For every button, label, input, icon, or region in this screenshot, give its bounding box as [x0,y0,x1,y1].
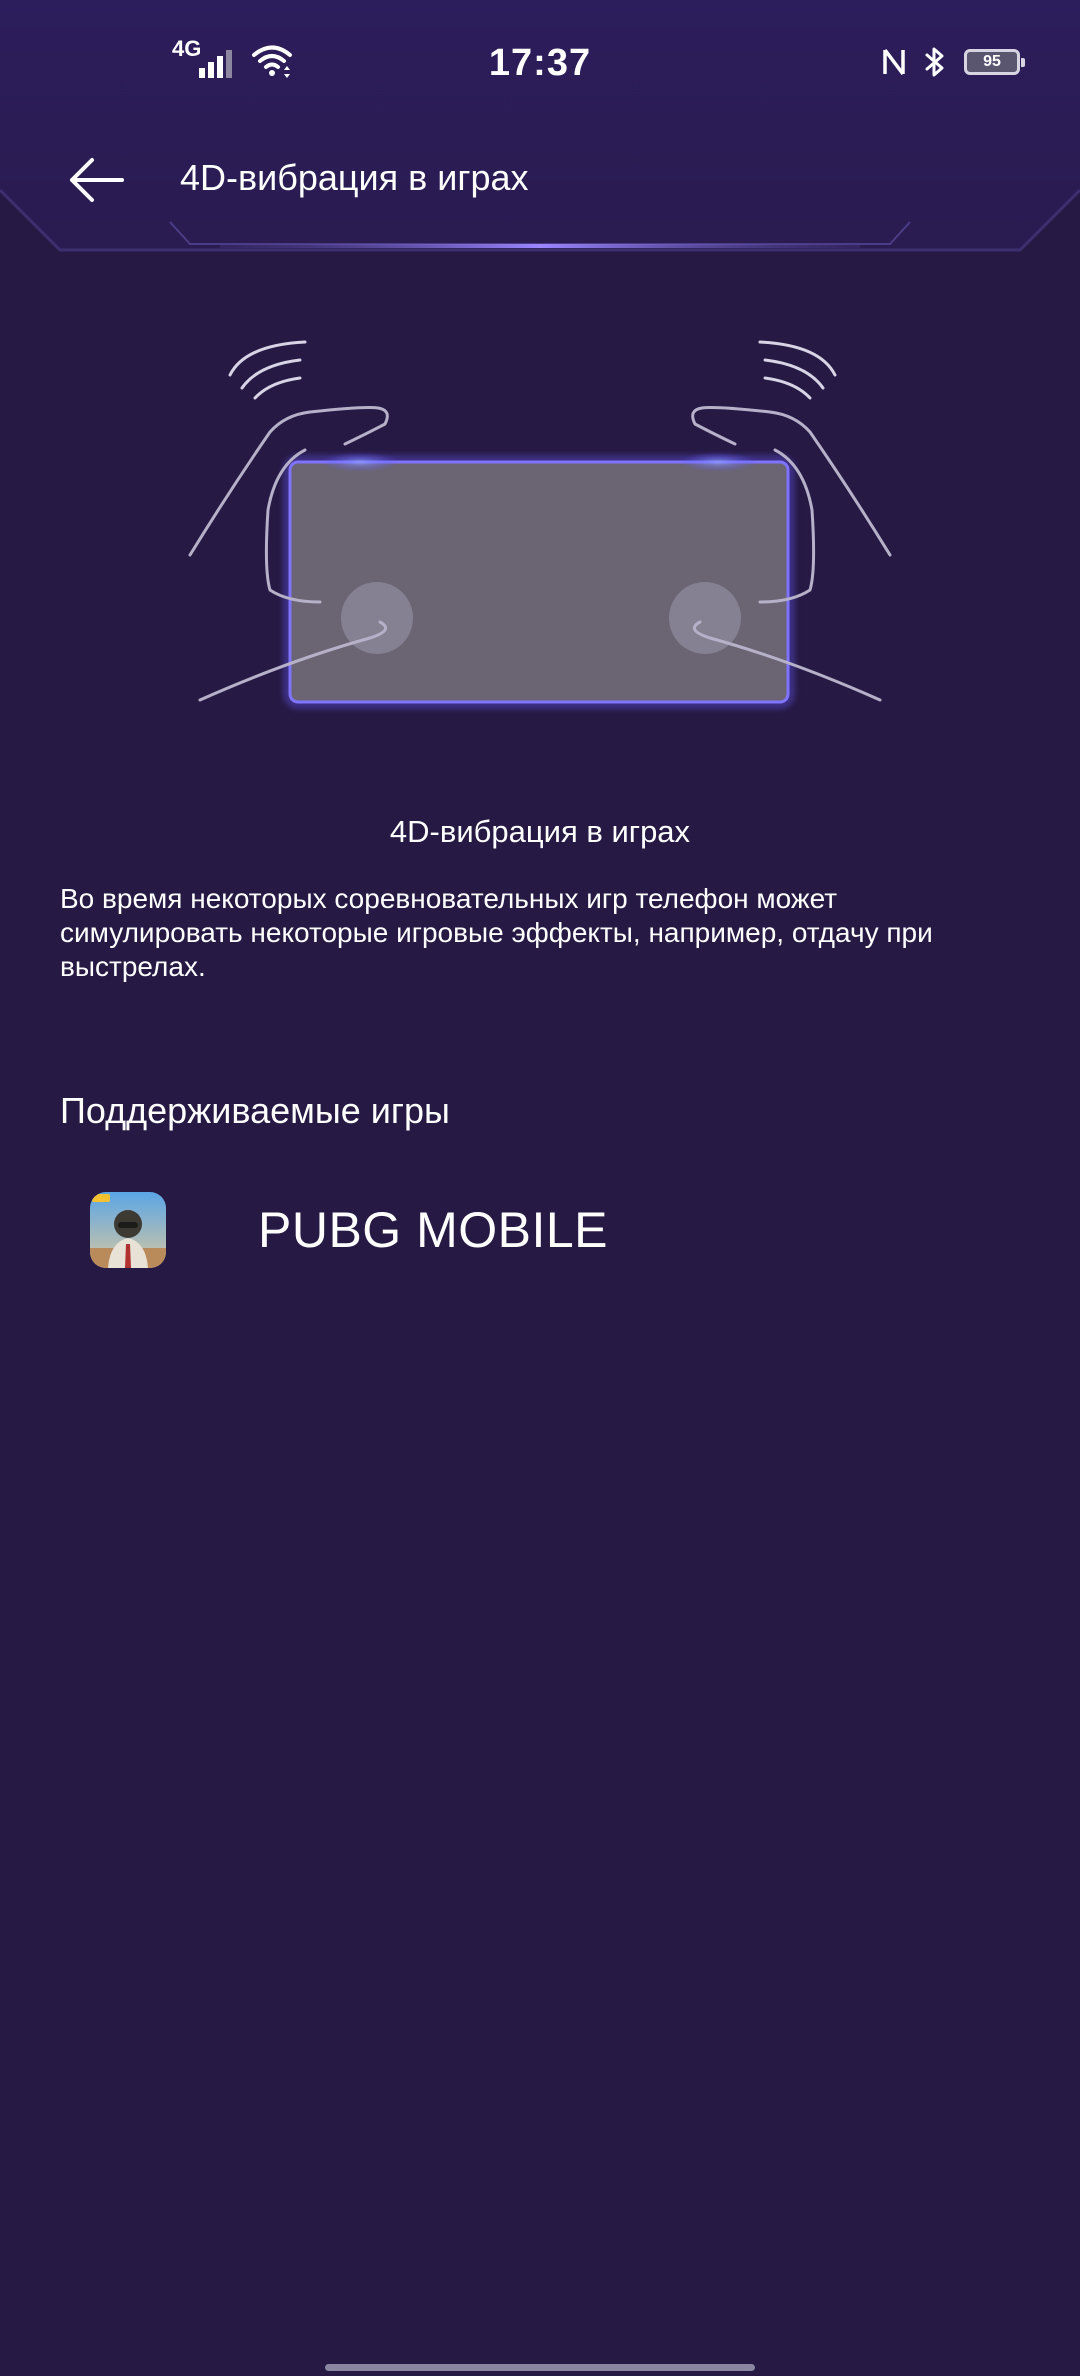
feature-description: Во время некоторых соревновательных игр … [60,883,933,982]
back-button[interactable] [56,140,136,220]
status-bar: 4G 17:37 95 [0,0,1080,130]
phone-body [288,460,790,704]
game-name: PUBG MOBILE [258,1202,609,1258]
nfc-icon [883,48,905,76]
bluetooth-icon [925,47,944,77]
pubg-mobile-app-icon [90,1192,166,1268]
vibration-waves-right [758,340,837,400]
feature-title: 4D-вибрация в играх [389,814,691,849]
arrow-left-icon [70,158,124,202]
vibration-waves-left [228,340,307,400]
game-list-item[interactable]: PUBG MOBILE [60,1180,1020,1280]
status-right: 95 [882,46,1025,78]
page-title: 4D-вибрация в играх [180,157,529,198]
battery-icon: 95 [964,49,1025,75]
supported-games-title: Поддерживаемые игры [60,1090,450,1131]
home-indicator[interactable] [325,2364,755,2371]
battery-level: 95 [983,53,1001,70]
screen: 4G 17:37 95 4D-вибрация в играх 4D-вибра… [0,0,1080,2376]
vibration-illustration [188,340,892,709]
